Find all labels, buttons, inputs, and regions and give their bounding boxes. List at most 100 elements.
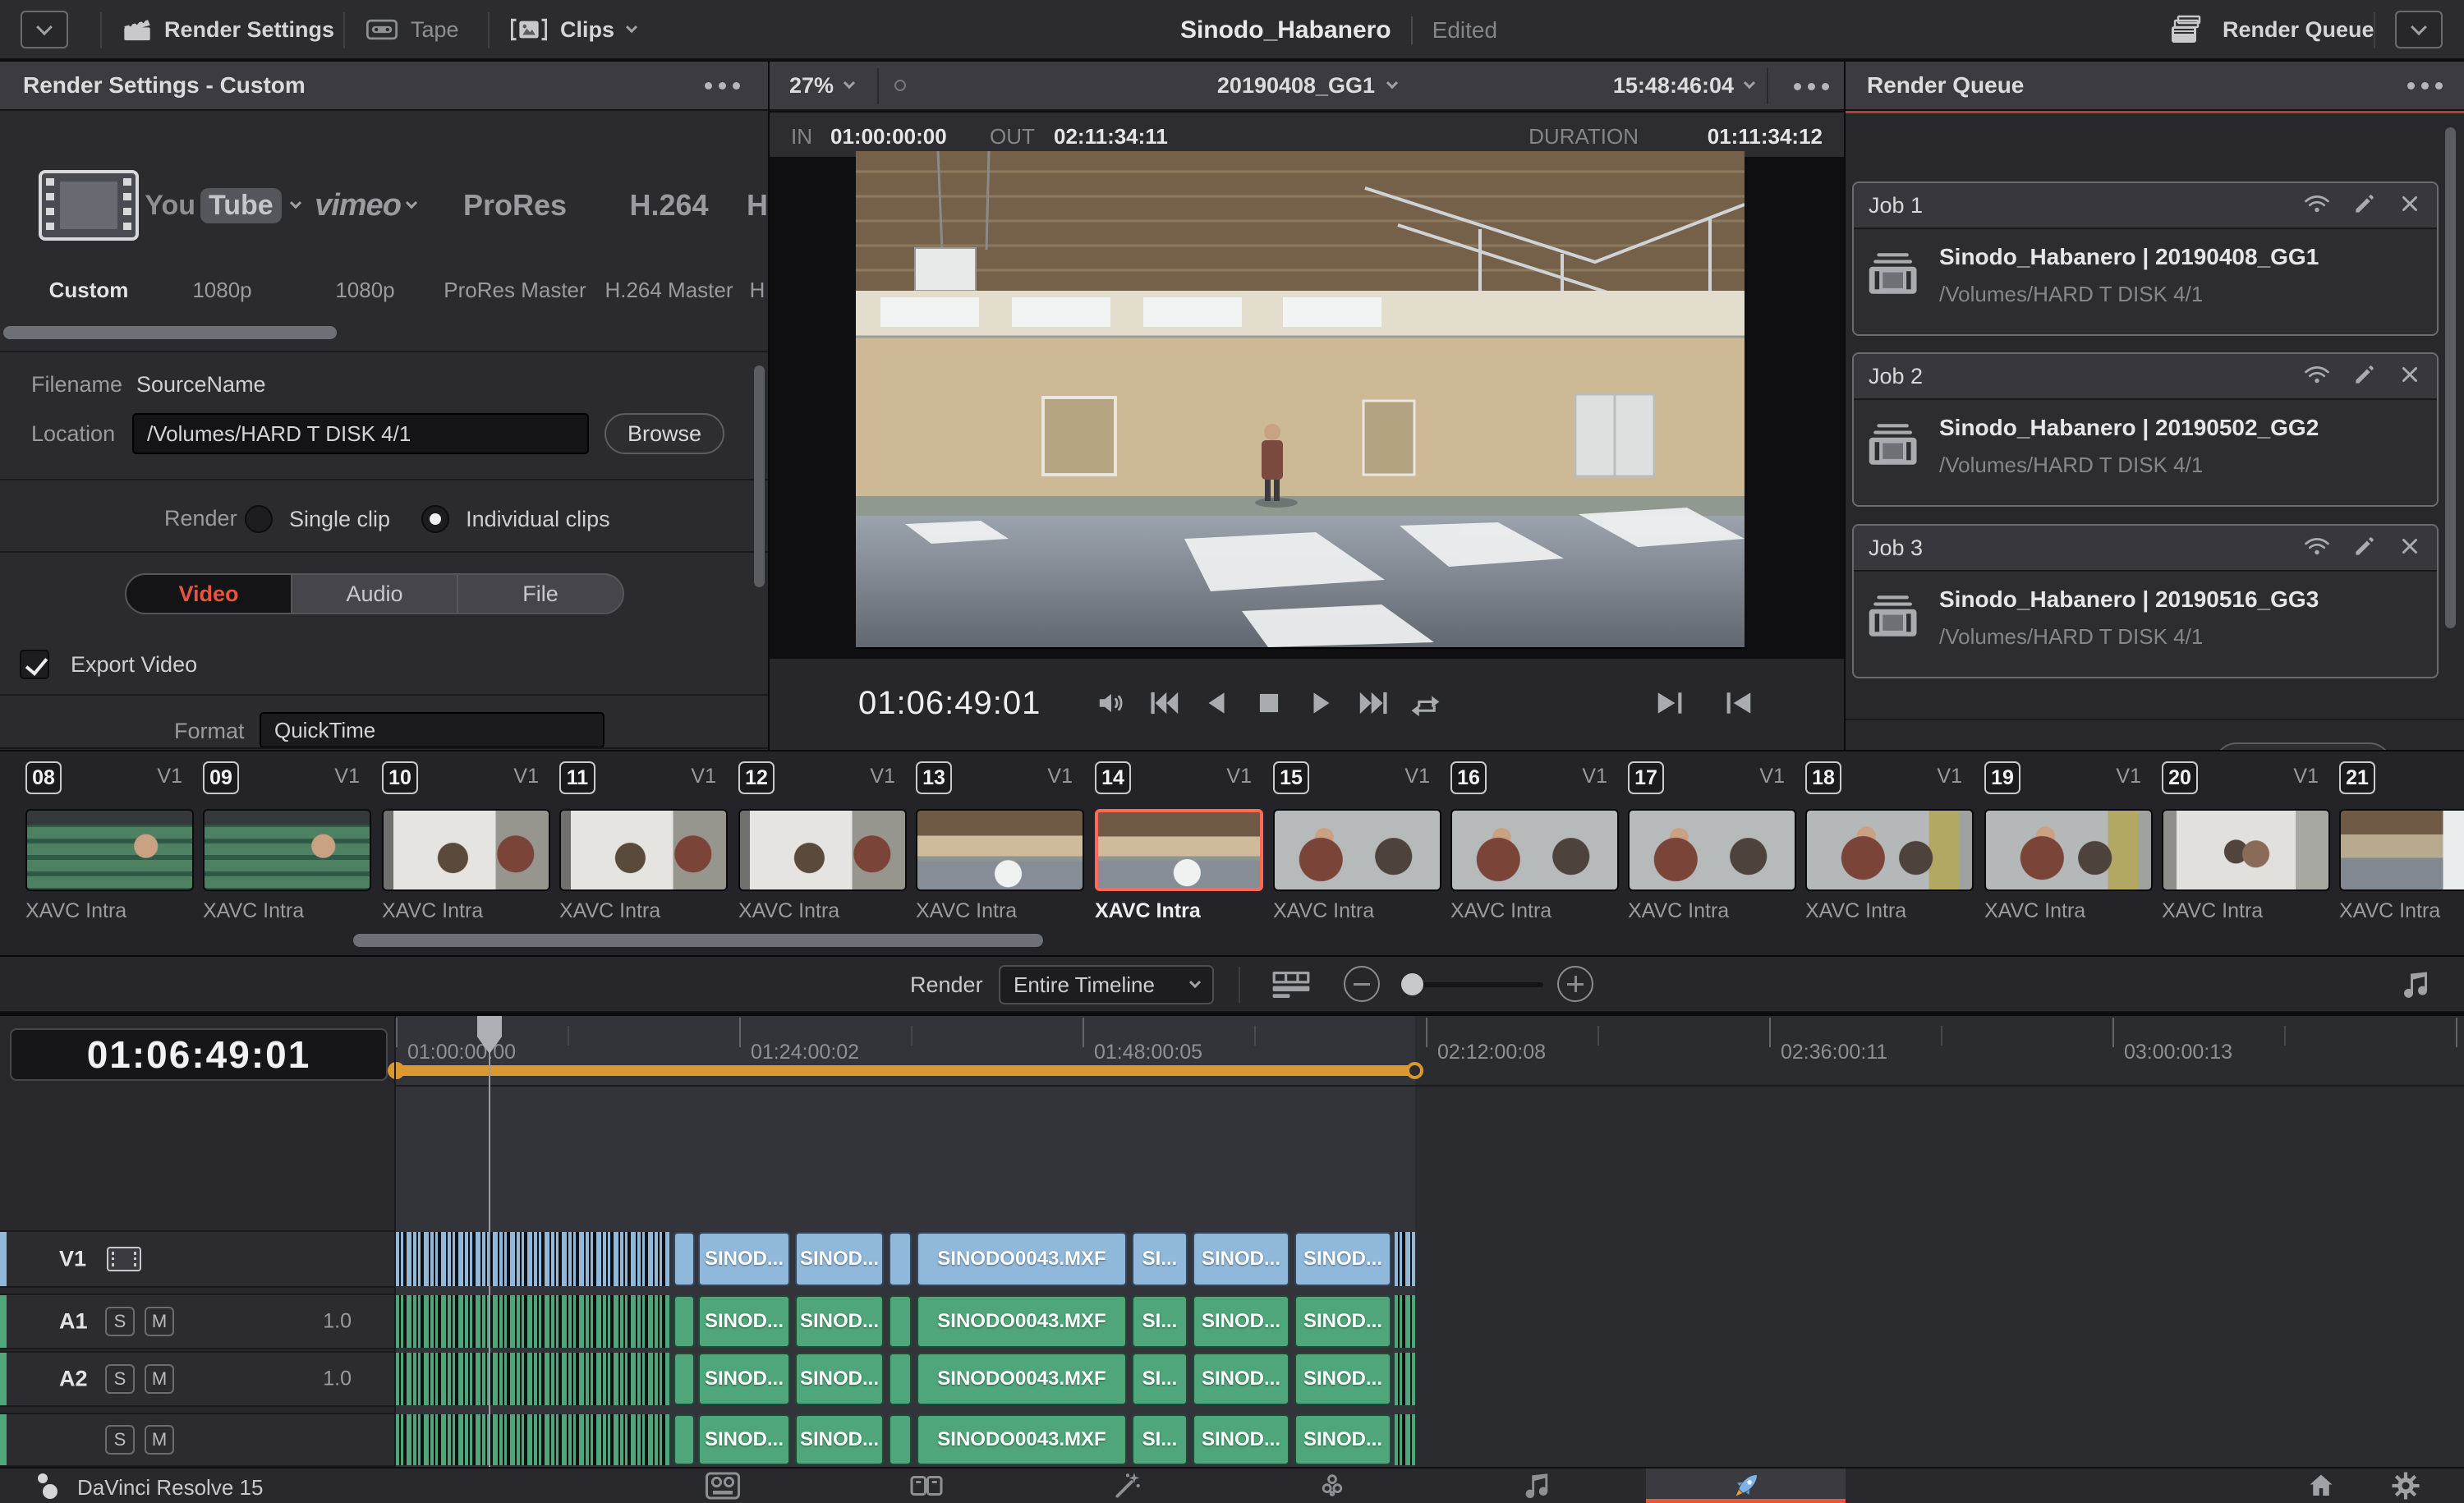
timeline-clip[interactable] [673, 1414, 695, 1465]
delete-job-close-icon[interactable] [2397, 534, 2422, 563]
track-lane-A2[interactable]: SINOD...SINOD...SINODO0043.MXFSI...SINOD… [396, 1351, 2464, 1407]
edit-job-pencil-icon[interactable] [2351, 191, 2378, 221]
timeline-clip[interactable]: SINOD... [698, 1414, 790, 1465]
timeline-clip[interactable]: SINODO0043.MXF [917, 1232, 1127, 1286]
audio-waveform-toggle-icon[interactable] [2398, 968, 2431, 1005]
location-input[interactable]: /Volumes/HARD T DISK 4/1 [132, 413, 589, 454]
play-button[interactable] [1299, 680, 1345, 726]
timeline-clip[interactable] [889, 1353, 912, 1405]
preset-h[interactable]: HH [741, 156, 768, 303]
solo-button[interactable]: S [105, 1307, 135, 1336]
timeline-clip[interactable]: SINODO0043.MXF [917, 1353, 1127, 1405]
loop-button[interactable] [1404, 680, 1450, 726]
edit-job-pencil-icon[interactable] [2351, 533, 2378, 563]
clip-thumbnail-15[interactable] [1273, 809, 1441, 891]
fairlight-page-icon[interactable] [1499, 1469, 1573, 1503]
render-range-dropdown[interactable]: Entire Timeline [999, 965, 1214, 1004]
render-job-card[interactable]: Job 3Sinodo_Habanero | 20190516_GG3/Volu… [1852, 524, 2439, 678]
project-manager-home-icon[interactable] [2284, 1469, 2358, 1503]
timeline-clip[interactable]: SINOD... [795, 1232, 884, 1286]
track-header-V1[interactable]: V1 [0, 1230, 394, 1288]
deliver-page-tab[interactable] [1646, 1469, 1846, 1503]
render-mode-radio-0[interactable] [245, 505, 273, 533]
mute-button[interactable]: M [145, 1364, 174, 1394]
track-lane-V1[interactable]: SINOD...SINOD...SINODO0043.MXFSI...SINOD… [396, 1230, 2464, 1288]
timeline-thin-clips[interactable] [396, 1295, 669, 1348]
render-range-start-marker[interactable] [388, 1062, 405, 1079]
clip-thumbnail-12[interactable] [738, 809, 907, 891]
timeline-clip[interactable]: SINOD... [698, 1295, 790, 1348]
presets-horizontal-scrollbar[interactable] [3, 326, 337, 339]
render-settings-toggle[interactable]: Render Settings [123, 11, 334, 48]
track-lane-partial[interactable]: SINOD...SINOD...SINODO0043.MXFSI...SINOD… [396, 1413, 2464, 1467]
timeline-clip[interactable]: SINOD... [698, 1353, 790, 1405]
timeline-clip[interactable]: SINODO0043.MXF [917, 1295, 1127, 1348]
clip-thumbnail-17[interactable] [1628, 809, 1796, 891]
timeline-thin-clips[interactable] [1395, 1232, 1415, 1286]
preset-youtube[interactable]: YouTube1080p [154, 156, 290, 303]
timeline-thin-clips[interactable] [1395, 1295, 1415, 1348]
skip-to-start-button[interactable] [1141, 680, 1187, 726]
zoom-in-button[interactable] [1557, 966, 1593, 1002]
timeline-clip[interactable]: SINOD... [795, 1414, 884, 1465]
clip-thumbnail-08[interactable] [25, 809, 194, 891]
timeline-clip[interactable]: SINOD... [1193, 1353, 1289, 1405]
timeline-clip[interactable] [889, 1295, 912, 1348]
clip-thumbnail-19[interactable] [1984, 809, 2153, 891]
render-range-highlight[interactable] [396, 1065, 1415, 1076]
timeline-playhead-line[interactable] [489, 1016, 490, 1467]
viewer-clip-name[interactable]: 20190408_GG1 [1217, 73, 1375, 99]
timeline-clip[interactable]: SINOD... [1294, 1295, 1391, 1348]
track-header-A1[interactable]: A1SM1.0 [0, 1294, 394, 1349]
clip-thumbnail-09[interactable] [203, 809, 371, 891]
preset-custom[interactable]: Custom [23, 156, 154, 303]
timeline-clip[interactable] [673, 1295, 695, 1348]
format-dropdown[interactable]: QuickTime [260, 712, 605, 748]
source-timecode-dropdown[interactable]: 15:48:46:04 [1613, 62, 1754, 109]
timeline-clip[interactable]: SI... [1132, 1353, 1188, 1405]
zoom-level-dropdown[interactable]: 27% [789, 62, 853, 109]
timeline-thin-clips[interactable] [1395, 1414, 1415, 1465]
project-settings-gear-icon[interactable] [2369, 1469, 2443, 1503]
track-header-partial[interactable]: SM [0, 1413, 394, 1467]
timeline-clip[interactable]: SINOD... [698, 1232, 790, 1286]
preset-prores[interactable]: ProResProRes Master [437, 156, 593, 303]
timeline-clip[interactable]: SINOD... [1193, 1414, 1289, 1465]
clip-strip-horizontal-scrollbar[interactable] [353, 934, 1043, 947]
timeline-clip[interactable]: SI... [1132, 1295, 1188, 1348]
timeline-view-options-icon[interactable] [1271, 970, 1311, 1004]
preset-vimeo[interactable]: vimeo1080p [297, 156, 433, 303]
clip-thumbnail-10[interactable] [382, 809, 550, 891]
filename-value[interactable]: SourceName [136, 372, 266, 398]
timeline-thin-clips[interactable] [1395, 1353, 1415, 1405]
clip-thumbnail-14[interactable] [1095, 809, 1263, 891]
clips-toggle[interactable]: Clips [511, 11, 636, 48]
timeline-clip[interactable]: SINOD... [795, 1295, 884, 1348]
tape-toggle[interactable]: Tape [366, 11, 459, 48]
clip-thumbnail-21[interactable] [2339, 809, 2464, 891]
timeline-clip[interactable]: SI... [1132, 1232, 1188, 1286]
timeline-thin-clips[interactable] [396, 1353, 669, 1405]
edit-job-pencil-icon[interactable] [2351, 361, 2378, 392]
stop-button[interactable] [1246, 680, 1292, 726]
volume-icon[interactable] [1088, 680, 1134, 726]
panel-toggle-right-button[interactable] [2395, 11, 2443, 48]
timeline-clip[interactable]: SINOD... [1193, 1295, 1289, 1348]
media-page-icon[interactable] [686, 1469, 760, 1503]
browse-button[interactable]: Browse [605, 413, 724, 454]
color-page-icon[interactable] [1295, 1469, 1369, 1503]
track-header-A2[interactable]: A2SM1.0 [0, 1351, 394, 1407]
zoom-out-button[interactable] [1344, 966, 1380, 1002]
play-reverse-button[interactable] [1193, 680, 1239, 726]
options-dots-icon[interactable] [705, 82, 712, 90]
delete-job-close-icon[interactable] [2397, 191, 2422, 220]
timeline-clip[interactable]: SINOD... [1294, 1414, 1391, 1465]
render-queue-toggle[interactable]: Render Queue [2168, 11, 2374, 48]
video-frame[interactable] [856, 151, 1745, 649]
render-range-end-marker[interactable] [1406, 1062, 1423, 1079]
edit-page-icon[interactable] [890, 1469, 963, 1503]
solo-button[interactable]: S [105, 1425, 135, 1455]
render-queue-options-dots-icon[interactable] [2407, 82, 2415, 90]
clip-thumbnail-11[interactable] [559, 809, 728, 891]
timeline-clip[interactable] [889, 1414, 912, 1465]
